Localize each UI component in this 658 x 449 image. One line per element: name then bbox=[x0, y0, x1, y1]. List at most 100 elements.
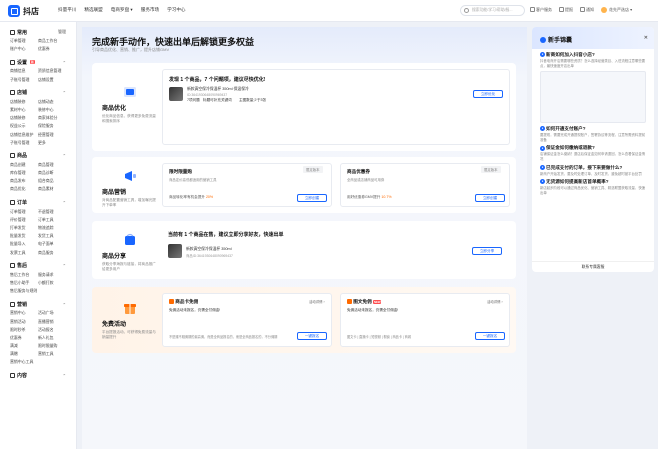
sidebar-item[interactable]: 直播营销 bbox=[38, 318, 66, 326]
sidebar-item[interactable]: 子账号管理 bbox=[10, 76, 38, 84]
sidebar-item[interactable]: 经营管理 bbox=[38, 131, 66, 139]
sidebar-item[interactable]: 保险服务 bbox=[38, 122, 66, 130]
topnav-item[interactable]: 服务市场 bbox=[141, 7, 159, 13]
sidebar-item[interactable]: 店铺装修 bbox=[10, 98, 38, 106]
sidebar-item[interactable]: 更多 bbox=[38, 139, 66, 147]
ticket-button[interactable]: 提报 bbox=[559, 7, 573, 13]
sidebar-item[interactable]: 商家体验分 bbox=[38, 114, 66, 122]
product-name[interactable]: 新款真空保冷保温杯 350ml bbox=[186, 247, 232, 252]
sidebar-item[interactable]: 优惠券 bbox=[10, 334, 38, 342]
sidebar-item[interactable]: 权益公示 bbox=[10, 122, 38, 130]
sidebar-item[interactable]: 素材中心 bbox=[10, 106, 38, 114]
graphic-signup-button[interactable]: 一键报名 bbox=[475, 332, 505, 340]
sidebar-item[interactable]: 资质信息管理 bbox=[38, 67, 66, 75]
sidebar-item[interactable]: 组合商品 bbox=[38, 177, 66, 185]
sidebar-item[interactable]: 订单管理 bbox=[10, 37, 38, 45]
topnav-item[interactable]: 学习中心 bbox=[167, 7, 185, 13]
sidebar-item[interactable]: 服务请求 bbox=[38, 271, 66, 279]
sidebar-item[interactable]: 打单发货 bbox=[10, 224, 38, 232]
sidebar-group-header[interactable]: 内容 ⌃ bbox=[10, 371, 66, 381]
sidebar-item[interactable]: 商品发布 bbox=[10, 177, 38, 185]
topnav-item[interactable]: 电商罗盘 ▾ bbox=[111, 7, 133, 13]
logo[interactable]: 抖店 bbox=[8, 5, 39, 17]
sidebar-item[interactable]: 发货工具 bbox=[38, 232, 66, 240]
manage-link[interactable]: 管理 bbox=[58, 29, 66, 35]
chevron-up-icon[interactable]: ⌃ bbox=[63, 60, 66, 65]
contact-service-button[interactable]: 联系专属客服 bbox=[532, 261, 654, 272]
sidebar-item[interactable]: 库存管理 bbox=[10, 169, 38, 177]
close-icon[interactable]: ✕ bbox=[644, 35, 648, 41]
sidebar-item[interactable]: 商品诊断 bbox=[38, 169, 66, 177]
sidebar-group-header[interactable]: 订单 ⌃ bbox=[10, 198, 66, 208]
sidebar-item[interactable]: 限时秒杀 bbox=[10, 326, 38, 334]
product-card-signup-button[interactable]: 一键报名 bbox=[297, 332, 327, 340]
sidebar-item[interactable]: 商品优化 bbox=[10, 185, 38, 193]
sidebar-item[interactable]: 售后小助手 bbox=[10, 279, 38, 287]
sidebar-item[interactable]: 商品服务 bbox=[38, 249, 66, 257]
sidebar-item[interactable]: 满减 bbox=[10, 342, 38, 350]
sidebar-item[interactable]: 商品创建 bbox=[10, 161, 38, 169]
tip-item[interactable]: ● 无货源如何提高新店首单概率? 新店起步阶段可以通过商品优化、营销工具、精选联盟获… bbox=[532, 176, 654, 195]
activity-detail-link[interactable]: 活动详情 › bbox=[309, 299, 325, 304]
sidebar-group-header[interactable]: 常用 管理 bbox=[10, 27, 66, 37]
sidebar-item[interactable]: 评价管理 bbox=[10, 216, 38, 224]
sidebar-item[interactable]: 优惠券 bbox=[38, 45, 66, 53]
sidebar-item[interactable]: 营销中心工具 bbox=[10, 358, 38, 366]
sidebar-group-header[interactable]: 营销 ⌃ bbox=[10, 299, 66, 309]
topnav-item[interactable]: 精选联盟 bbox=[84, 7, 102, 13]
sidebar-item[interactable]: 营销活动 bbox=[10, 318, 38, 326]
sidebar-item[interactable]: 账户中心 bbox=[10, 45, 38, 53]
share-button[interactable]: 立即分享 bbox=[472, 247, 502, 255]
sidebar-item[interactable]: 售后工作台 bbox=[10, 271, 38, 279]
sidebar-item[interactable]: 活动报名 bbox=[38, 326, 66, 334]
sidebar-item[interactable]: 售后服务与规则 bbox=[10, 287, 38, 295]
customer-service-button[interactable]: 客户服务 bbox=[530, 7, 552, 13]
sidebar-item[interactable]: 商品素材 bbox=[38, 185, 66, 193]
activity-detail-link[interactable]: 活动详情 › bbox=[487, 299, 503, 304]
optimize-button[interactable]: 立即优化 bbox=[473, 90, 503, 98]
search-input[interactable]: 搜索功能/学习/帮助/服... bbox=[460, 5, 525, 16]
sidebar-item[interactable]: 限时限量购 bbox=[38, 342, 66, 350]
sidebar-item[interactable]: 店铺动态 bbox=[38, 98, 66, 106]
chevron-up-icon[interactable]: ⌃ bbox=[63, 373, 66, 378]
sidebar-item[interactable]: 店铺信息维护 bbox=[10, 131, 38, 139]
topnav-item[interactable]: 抖量平川 bbox=[58, 7, 76, 13]
sidebar-group-header[interactable]: 店铺 ⌃ bbox=[10, 88, 66, 98]
sidebar-item[interactable]: 装修中心 bbox=[38, 106, 66, 114]
sidebar-item[interactable]: 小额打款 bbox=[38, 279, 66, 287]
tip-item[interactable]: ● 保证金如何缴纳或退款? 店铺保证金怎么缴纳？退店后保证金如何申请退回，怎么查看保… bbox=[532, 142, 654, 161]
sidebar-item[interactable]: 活动广场 bbox=[38, 309, 66, 317]
sidebar-item[interactable]: 批量发货 bbox=[10, 232, 38, 240]
chevron-up-icon[interactable]: ⌃ bbox=[63, 263, 66, 268]
tip-item[interactable]: ● 新商如何加入抖音小店? 抖音电商开店需要哪些资质？怎么选择经营类目、入驻流程注意… bbox=[532, 49, 654, 124]
sidebar-item[interactable]: 店铺设置 bbox=[38, 76, 66, 84]
sidebar-item[interactable]: 商品管理 bbox=[38, 161, 66, 169]
sidebar-item[interactable]: 批量导入 bbox=[10, 240, 38, 248]
sidebar-item[interactable]: 发票工具 bbox=[10, 249, 38, 257]
sidebar-item[interactable]: 不退管理 bbox=[38, 208, 66, 216]
tip-item[interactable]: ● 如何开通支付账户? 要提现，需要完成开通提现账户，签署协议等流程，注意所需资料提… bbox=[532, 123, 654, 142]
tip-item[interactable]: ● 已完成支付的订单，接下来要做什么? 新商户开始发货，要及时处理订单，及时发货，避… bbox=[532, 162, 654, 177]
sidebar-item[interactable]: 满赠 bbox=[10, 350, 38, 358]
sidebar-item[interactable]: 商铺信息 bbox=[10, 67, 38, 75]
sidebar-group-header[interactable]: 商品 ⌃ bbox=[10, 151, 66, 161]
sidebar-item[interactable]: 商品工作台 bbox=[38, 37, 66, 45]
notice-button[interactable]: 通知 bbox=[580, 7, 594, 13]
sidebar-item[interactable]: 子账号管理 bbox=[10, 139, 38, 147]
sidebar-item[interactable]: 营销工具 bbox=[38, 350, 66, 358]
chevron-up-icon[interactable]: ⌃ bbox=[63, 90, 66, 95]
chevron-up-icon[interactable]: ⌃ bbox=[63, 200, 66, 205]
sidebar-group-header[interactable]: 设置新 ⌃ bbox=[10, 57, 66, 67]
sidebar-item[interactable]: 店铺装修 bbox=[10, 114, 38, 122]
coupon-create-button[interactable]: 立即创建 bbox=[475, 194, 505, 202]
chevron-up-icon[interactable]: ⌃ bbox=[63, 302, 66, 307]
sidebar-item[interactable]: 物流追踪 bbox=[38, 224, 66, 232]
sidebar-item[interactable]: 订单工具 bbox=[38, 216, 66, 224]
sidebar-item[interactable]: 新人礼包 bbox=[38, 334, 66, 342]
sidebar-group-header[interactable]: 售后 ⌃ bbox=[10, 261, 66, 271]
chevron-up-icon[interactable]: ⌃ bbox=[63, 153, 66, 158]
shop-switcher[interactable]: 花先严选店 ▾ bbox=[601, 7, 632, 13]
sidebar-item[interactable]: 营销中心 bbox=[10, 309, 38, 317]
flash-sale-create-button[interactable]: 立即创建 bbox=[297, 194, 327, 202]
sidebar-item[interactable]: 订单管理 bbox=[10, 208, 38, 216]
